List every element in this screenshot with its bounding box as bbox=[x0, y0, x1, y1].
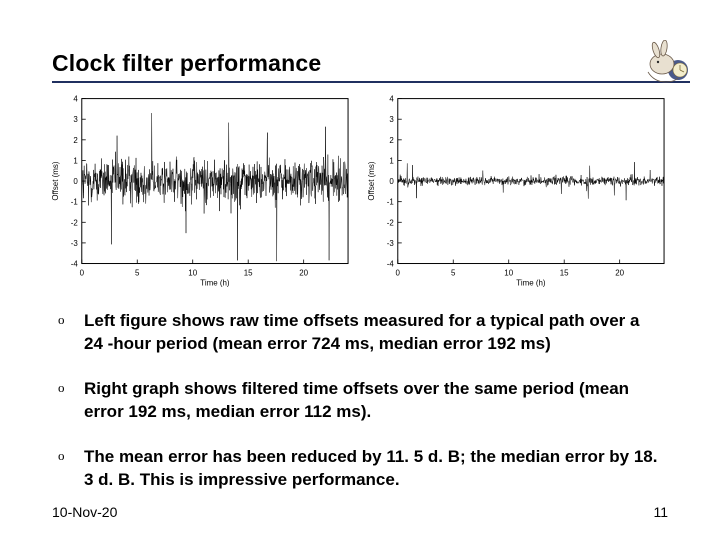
bullet-text: The mean error has been reduced by 11. 5… bbox=[84, 446, 662, 492]
bullet-list: o Left figure shows raw time offsets mea… bbox=[58, 310, 662, 514]
svg-text:-3: -3 bbox=[387, 239, 395, 248]
svg-text:5: 5 bbox=[451, 268, 456, 277]
svg-text:0: 0 bbox=[396, 268, 401, 277]
title-wrap: Clock filter performance bbox=[52, 50, 690, 83]
svg-text:-2: -2 bbox=[387, 218, 395, 227]
chart-left-raw: -4 -3 -2 -1 0 1 2 3 4 0 5 10 15 20 Time (h) Offset (ms) bbox=[48, 92, 356, 288]
svg-text:Offset (ms): Offset (ms) bbox=[51, 161, 60, 200]
svg-text:1: 1 bbox=[389, 156, 394, 165]
bullet-mark: o bbox=[58, 446, 84, 464]
svg-text:10: 10 bbox=[504, 268, 513, 277]
svg-text:Offset (ms): Offset (ms) bbox=[367, 161, 376, 200]
logo-rabbit-icon bbox=[638, 40, 694, 86]
svg-text:15: 15 bbox=[244, 268, 253, 277]
footer-page: 11 bbox=[653, 504, 668, 520]
bullet-mark: o bbox=[58, 310, 84, 328]
footer: 10-Nov-20 11 bbox=[52, 504, 668, 520]
slide: Clock filter performance -4 -3 -2 -1 0 1 2 3 4 0 5… bbox=[0, 0, 720, 540]
svg-text:20: 20 bbox=[615, 268, 624, 277]
svg-text:4: 4 bbox=[73, 95, 78, 104]
chart-right-filtered: -4 -3 -2 -1 0 1 2 3 4 0 5 10 15 20 Time (h) Offset (ms) bbox=[364, 92, 672, 288]
svg-text:20: 20 bbox=[299, 268, 308, 277]
svg-text:-3: -3 bbox=[71, 239, 79, 248]
svg-text:-4: -4 bbox=[71, 260, 79, 269]
svg-text:2: 2 bbox=[389, 136, 394, 145]
svg-text:1: 1 bbox=[73, 156, 78, 165]
svg-text:Time (h): Time (h) bbox=[516, 278, 546, 287]
list-item: o Right graph shows filtered time offset… bbox=[58, 378, 662, 424]
svg-text:3: 3 bbox=[389, 115, 394, 124]
svg-text:0: 0 bbox=[80, 268, 85, 277]
svg-text:5: 5 bbox=[135, 268, 140, 277]
footer-date: 10-Nov-20 bbox=[52, 504, 117, 520]
svg-text:4: 4 bbox=[389, 95, 394, 104]
list-item: o Left figure shows raw time offsets mea… bbox=[58, 310, 662, 356]
bullet-text: Left figure shows raw time offsets measu… bbox=[84, 310, 662, 356]
svg-text:0: 0 bbox=[389, 177, 394, 186]
svg-text:0: 0 bbox=[73, 177, 78, 186]
svg-text:-2: -2 bbox=[71, 218, 79, 227]
bullet-text: Right graph shows filtered time offsets … bbox=[84, 378, 662, 424]
svg-text:-1: -1 bbox=[71, 198, 79, 207]
page-title: Clock filter performance bbox=[52, 50, 321, 77]
svg-text:10: 10 bbox=[188, 268, 197, 277]
svg-text:-4: -4 bbox=[387, 260, 395, 269]
svg-text:3: 3 bbox=[73, 115, 78, 124]
bullet-mark: o bbox=[58, 378, 84, 396]
svg-text:Time (h): Time (h) bbox=[200, 278, 230, 287]
list-item: o The mean error has been reduced by 11.… bbox=[58, 446, 662, 492]
svg-text:2: 2 bbox=[73, 136, 78, 145]
svg-text:15: 15 bbox=[560, 268, 569, 277]
charts-row: -4-3-2-10123405101520Time (h)Offset (ms)… bbox=[48, 92, 672, 288]
svg-text:-1: -1 bbox=[387, 198, 395, 207]
